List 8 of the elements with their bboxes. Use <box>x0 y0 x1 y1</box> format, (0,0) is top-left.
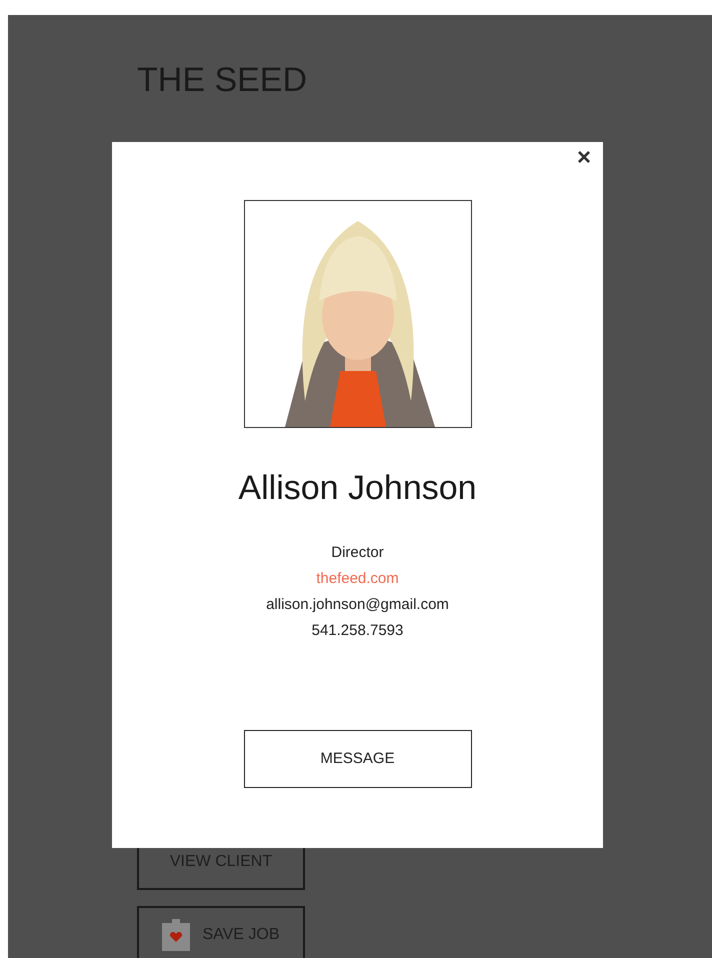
email-text: allison.johnson@gmail.com <box>266 595 449 615</box>
job-title: Director <box>331 543 384 563</box>
contact-name: Allison Johnson <box>238 468 477 508</box>
website-link[interactable]: thefeed.com <box>316 566 399 592</box>
message-button[interactable]: MESSAGE <box>244 730 472 788</box>
heart-bag-icon <box>162 918 190 950</box>
close-button[interactable]: × <box>572 146 595 170</box>
phone-text: 541.258.7593 <box>312 621 404 641</box>
